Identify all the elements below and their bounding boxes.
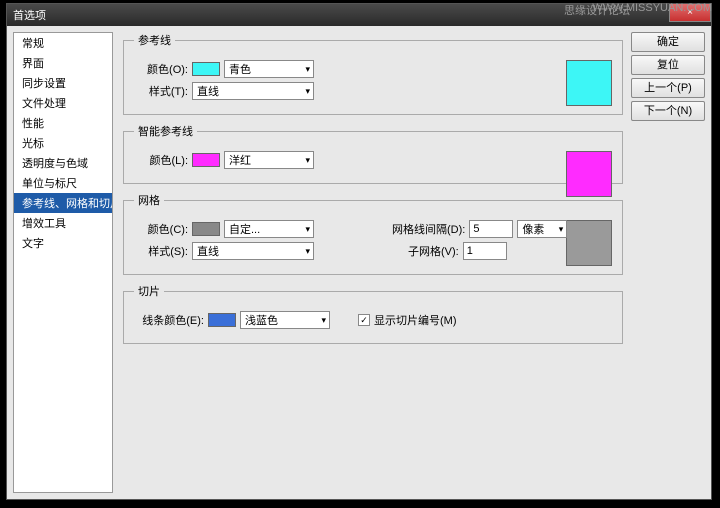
- smartguides-color-select[interactable]: 洋红: [224, 151, 314, 169]
- button-column: 确定 复位 上一个(P) 下一个(N): [631, 32, 705, 493]
- grid-color-label: 颜色(C):: [134, 221, 188, 237]
- sidebar-item-units[interactable]: 单位与标尺: [14, 173, 112, 193]
- grid-color-swatch[interactable]: [192, 222, 220, 236]
- grid-style-value: 直线: [197, 243, 219, 259]
- sidebar-item-plugins[interactable]: 增效工具: [14, 213, 112, 233]
- preferences-window: 首选项 × 常规 界面 同步设置 文件处理 性能 光标 透明度与色域 单位与标尺…: [6, 3, 712, 500]
- guides-color-preview[interactable]: [566, 60, 612, 106]
- slice-legend: 切片: [134, 283, 164, 299]
- grid-color-select[interactable]: 自定...: [224, 220, 314, 238]
- sidebar-item-transparency[interactable]: 透明度与色域: [14, 153, 112, 173]
- slice-color-swatch[interactable]: [208, 313, 236, 327]
- sidebar-item-type[interactable]: 文字: [14, 233, 112, 253]
- watermark-url: WWW.MISSYUAN.COM: [592, 2, 712, 14]
- guides-color-value: 青色: [229, 61, 251, 77]
- grid-legend: 网格: [134, 192, 164, 208]
- guides-color-swatch[interactable]: [192, 62, 220, 76]
- grid-color-preview[interactable]: [566, 220, 612, 266]
- slice-color-label: 线条颜色(E):: [134, 312, 204, 328]
- grid-subdiv-input[interactable]: 1: [463, 242, 507, 260]
- sidebar-item-cursors[interactable]: 光标: [14, 133, 112, 153]
- smartguides-legend: 智能参考线: [134, 123, 197, 139]
- category-sidebar: 常规 界面 同步设置 文件处理 性能 光标 透明度与色域 单位与标尺 参考线、网…: [13, 32, 113, 493]
- sidebar-item-general[interactable]: 常规: [14, 33, 112, 53]
- slice-shownumbers-checkbox[interactable]: ✓: [358, 314, 370, 326]
- guides-color-select[interactable]: 青色: [224, 60, 314, 78]
- guides-group: 参考线 颜色(O): 青色 样式(T): 直线: [123, 32, 623, 115]
- slice-group: 切片 线条颜色(E): 浅蓝色 ✓ 显示切片编号(M): [123, 283, 623, 344]
- smartguides-color-preview[interactable]: [566, 151, 612, 197]
- guides-style-label: 样式(T):: [134, 83, 188, 99]
- slice-shownumbers-label: 显示切片编号(M): [374, 312, 457, 328]
- grid-spacing-unit-select[interactable]: 像素: [517, 220, 567, 238]
- main-panel: 参考线 颜色(O): 青色 样式(T): 直线 智能参考线: [113, 26, 711, 499]
- content-area: 常规 界面 同步设置 文件处理 性能 光标 透明度与色域 单位与标尺 参考线、网…: [7, 26, 711, 499]
- smartguides-color-value: 洋红: [229, 152, 251, 168]
- grid-spacing-label: 网格线间隔(D):: [392, 221, 465, 237]
- next-button[interactable]: 下一个(N): [631, 101, 705, 121]
- guides-style-select[interactable]: 直线: [192, 82, 314, 100]
- window-title: 首选项: [13, 7, 46, 23]
- smartguides-color-swatch[interactable]: [192, 153, 220, 167]
- guides-style-value: 直线: [197, 83, 219, 99]
- sidebar-item-filehandling[interactable]: 文件处理: [14, 93, 112, 113]
- grid-style-label: 样式(S):: [134, 243, 188, 259]
- cancel-button[interactable]: 复位: [631, 55, 705, 75]
- sidebar-item-interface[interactable]: 界面: [14, 53, 112, 73]
- guides-legend: 参考线: [134, 32, 175, 48]
- grid-color-value: 自定...: [229, 221, 260, 237]
- grid-spacing-unit: 像素: [522, 221, 544, 237]
- grid-subdiv-label: 子网格(V):: [408, 243, 459, 259]
- sidebar-item-sync[interactable]: 同步设置: [14, 73, 112, 93]
- sidebar-item-performance[interactable]: 性能: [14, 113, 112, 133]
- settings-panels: 参考线 颜色(O): 青色 样式(T): 直线 智能参考线: [123, 32, 623, 493]
- grid-style-select[interactable]: 直线: [192, 242, 314, 260]
- slice-color-value: 浅蓝色: [245, 312, 278, 328]
- grid-group: 网格 颜色(C): 自定... 网格线间隔(D): 5 像素 样式(S): 直线: [123, 192, 623, 275]
- guides-color-label: 颜色(O):: [134, 61, 188, 77]
- prev-button[interactable]: 上一个(P): [631, 78, 705, 98]
- sidebar-item-guides-grid-slices[interactable]: 参考线、网格和切片: [14, 193, 112, 213]
- ok-button[interactable]: 确定: [631, 32, 705, 52]
- grid-spacing-input[interactable]: 5: [469, 220, 513, 238]
- slice-color-select[interactable]: 浅蓝色: [240, 311, 330, 329]
- smartguides-color-label: 颜色(L):: [134, 152, 188, 168]
- smartguides-group: 智能参考线 颜色(L): 洋红: [123, 123, 623, 184]
